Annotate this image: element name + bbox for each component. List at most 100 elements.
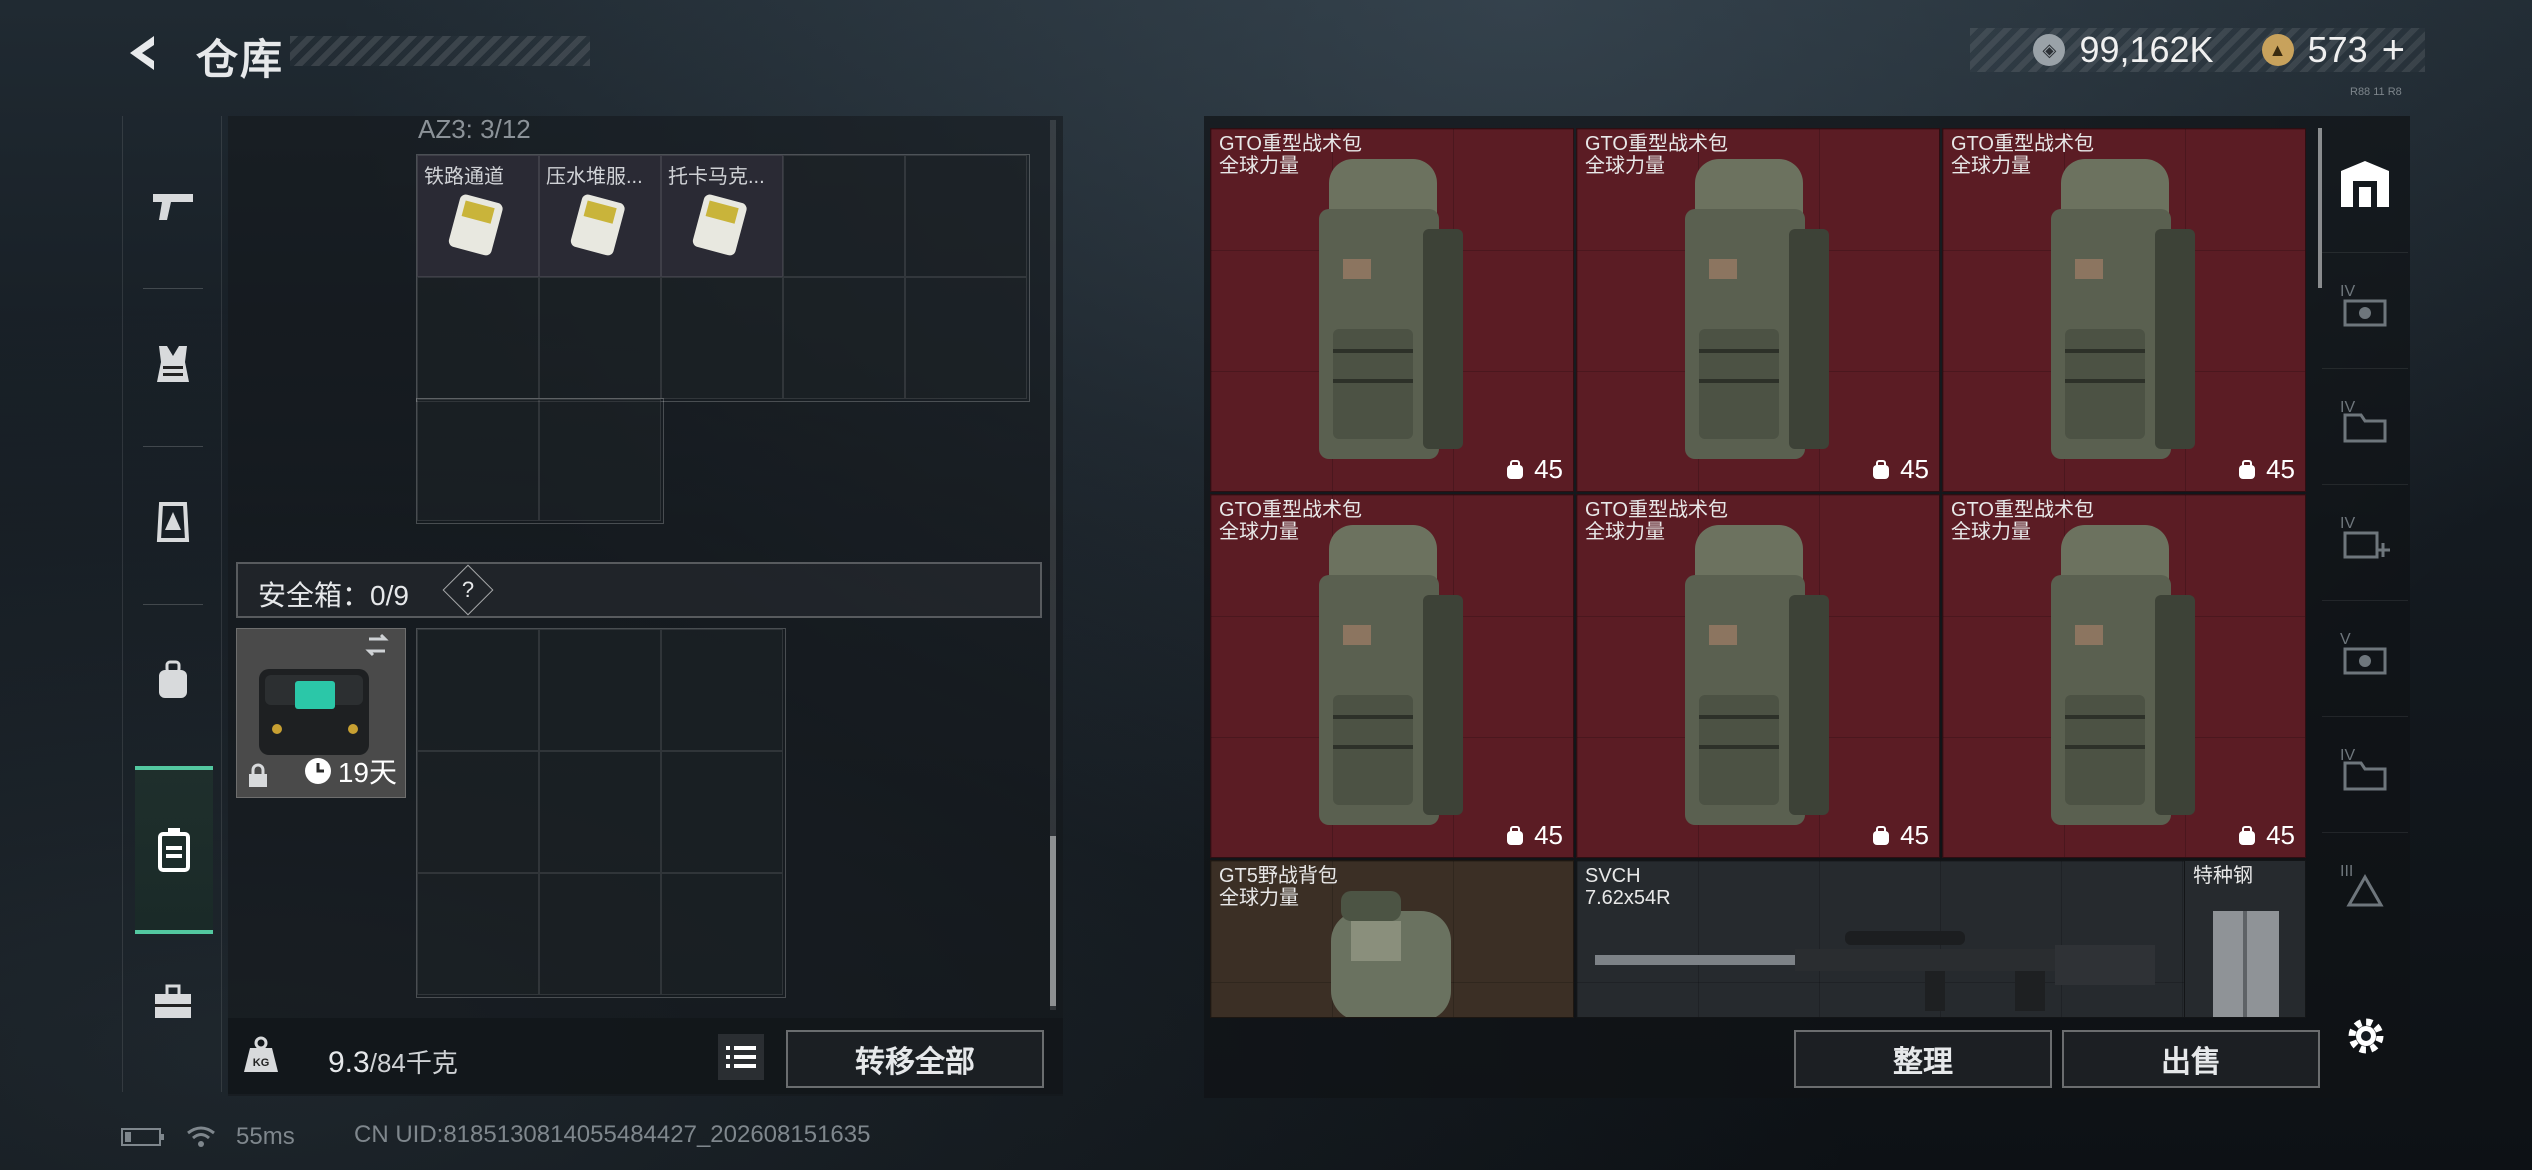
keycard-icon: [692, 194, 747, 256]
storage-item-tile[interactable]: GTO重型战术包 全球力量 45: [1942, 128, 2306, 492]
tactical-backpack-icon: [1319, 159, 1463, 459]
storage-home-icon: [2341, 161, 2389, 207]
storage-item-tile[interactable]: GTO重型战术包 全球力量 45: [1210, 128, 1574, 492]
left-scrollbar-thumb[interactable]: [1050, 836, 1056, 1006]
empty-slot[interactable]: [417, 399, 539, 521]
vest-icon: [157, 346, 189, 382]
filter-tier-4-a[interactable]: IV: [2322, 252, 2408, 369]
item-name: 铁路通道: [424, 166, 504, 188]
item-name: 托卡马克...: [668, 166, 765, 188]
list-view-button[interactable]: [718, 1034, 764, 1080]
mini-label: R88 11 R8: [2350, 86, 2402, 98]
sell-button[interactable]: 出售: [2062, 1030, 2320, 1088]
filter-all-storage[interactable]: [2322, 126, 2408, 242]
sort-button[interactable]: 整理: [1794, 1030, 2052, 1088]
silver-currency-value: 99,162K: [2079, 29, 2214, 70]
storage-item-tile[interactable]: GT5野战背包 全球力量: [1210, 860, 1574, 1018]
storage-item-tile[interactable]: GTO重型战术包 全球力量 45: [1576, 494, 1940, 858]
add-currency-button[interactable]: +: [2382, 28, 2405, 73]
keycard-icon: [570, 194, 625, 256]
empty-slot[interactable]: [539, 873, 661, 995]
tile-name: GTO重型战术包 全球力量: [1585, 499, 1728, 543]
empty-slot[interactable]: [417, 751, 539, 873]
storage-item-tile[interactable]: GTO重型战术包 全球力量 45: [1576, 128, 1940, 492]
storage-item-tile[interactable]: GTO重型战术包 全球力量 45: [1942, 494, 2306, 858]
backpack-capacity-icon: [1873, 825, 1890, 845]
empty-slot[interactable]: [417, 629, 539, 751]
item-name: 压水堆服...: [546, 166, 643, 188]
uid-text: CN UID:8185130814055484427_202608151635: [354, 1121, 871, 1148]
rail-item-weapons[interactable]: [123, 126, 223, 286]
wifi-icon: [187, 1126, 215, 1147]
settings-button[interactable]: [2340, 1010, 2392, 1062]
backpack-capacity-icon: [1507, 825, 1524, 845]
backpack-grid: 铁路通道 压水堆服... 托卡马克...: [416, 154, 1030, 402]
backpack-grid-extension: [416, 398, 664, 524]
tile-name: GTO重型战术包 全球力量: [1219, 499, 1362, 543]
back-button[interactable]: [120, 28, 170, 78]
safebox-case-item[interactable]: 19天: [236, 628, 406, 798]
filter-tier-4-c[interactable]: IV: [2322, 716, 2408, 833]
tile-name: GTO重型战术包 全球力量: [1219, 133, 1362, 177]
pistol-icon: [153, 194, 193, 220]
empty-slot[interactable]: [539, 399, 661, 521]
backpack-item-slot[interactable]: 压水堆服...: [539, 155, 661, 277]
sniper-rifle-icon: [1595, 931, 2155, 1011]
safebox-grid: [416, 628, 786, 998]
filter-tier-4-medical[interactable]: IV: [2322, 484, 2408, 601]
days-text: 19天: [337, 757, 397, 788]
empty-slot[interactable]: [539, 629, 661, 751]
safebox-header: 安全箱：0/9 ?: [236, 562, 1042, 618]
steel-plate-icon: [2213, 911, 2279, 1017]
empty-slot[interactable]: [417, 873, 539, 995]
rail-item-safebox[interactable]: [135, 766, 213, 934]
empty-slot[interactable]: [661, 277, 783, 399]
empty-slot[interactable]: [783, 277, 905, 399]
empty-slot[interactable]: [905, 277, 1027, 399]
empty-slot[interactable]: [783, 155, 905, 277]
backpack-item-slot[interactable]: 托卡马克...: [661, 155, 783, 277]
gear-icon: [2348, 1018, 2384, 1054]
filter-tier-5[interactable]: V: [2322, 600, 2408, 717]
backpack-capacity-icon: [1507, 459, 1524, 479]
rail-item-toolbox[interactable]: [123, 922, 223, 1082]
weight-max: /84千克: [369, 1048, 458, 1078]
empty-slot[interactable]: [905, 155, 1027, 277]
currency-bar: ◈ 99,162K ▲ 573 +: [1970, 28, 2425, 72]
backpack-capacity-icon: [2239, 825, 2256, 845]
weight-current: 9.3: [328, 1046, 370, 1079]
tile-name: 特种钢: [2193, 865, 2253, 887]
keycard-icon: [448, 194, 503, 256]
backpack-capacity-label: AZ3: 3/12: [418, 114, 531, 144]
backpack-item-slot[interactable]: 铁路通道: [417, 155, 539, 277]
tile-name: GT5野战背包 全球力量: [1219, 865, 1338, 909]
empty-slot[interactable]: [539, 277, 661, 399]
tile-count: 45: [2236, 820, 2295, 851]
empty-slot[interactable]: [539, 751, 661, 873]
empty-slot[interactable]: [661, 629, 783, 751]
rail-item-backpack[interactable]: [123, 600, 223, 760]
empty-slot[interactable]: [661, 873, 783, 995]
storage-item-tile[interactable]: SVCH 7.62x54R: [1576, 860, 2186, 1018]
storage-item-tile[interactable]: 特种钢: [2184, 860, 2306, 1018]
empty-slot[interactable]: [661, 751, 783, 873]
rail-item-armor[interactable]: [123, 284, 223, 444]
filter-tier-4-b[interactable]: IV: [2322, 368, 2408, 485]
filter-tier-3[interactable]: III: [2322, 832, 2408, 949]
tile-count: 45: [1870, 820, 1929, 851]
backpack-icon: [159, 660, 187, 698]
storage-item-tile[interactable]: GTO重型战术包 全球力量 45: [1210, 494, 1574, 858]
list-icon: [718, 1034, 764, 1080]
rail-item-chest-rig[interactable]: [123, 442, 223, 602]
transfer-all-button[interactable]: 转移全部: [786, 1030, 1044, 1088]
help-button[interactable]: ?: [442, 564, 494, 616]
backpack-capacity-icon: [1873, 459, 1890, 479]
tier-label: IV: [2340, 747, 2356, 764]
empty-slot[interactable]: [417, 277, 539, 399]
kg-weight-icon: KG: [240, 1034, 282, 1076]
ping-text: 55ms: [236, 1123, 295, 1150]
toolbox-icon: [155, 984, 191, 1018]
silver-coin-icon: ◈: [2033, 34, 2066, 66]
tile-count: 45: [1870, 454, 1929, 485]
case-icon: [158, 828, 190, 872]
